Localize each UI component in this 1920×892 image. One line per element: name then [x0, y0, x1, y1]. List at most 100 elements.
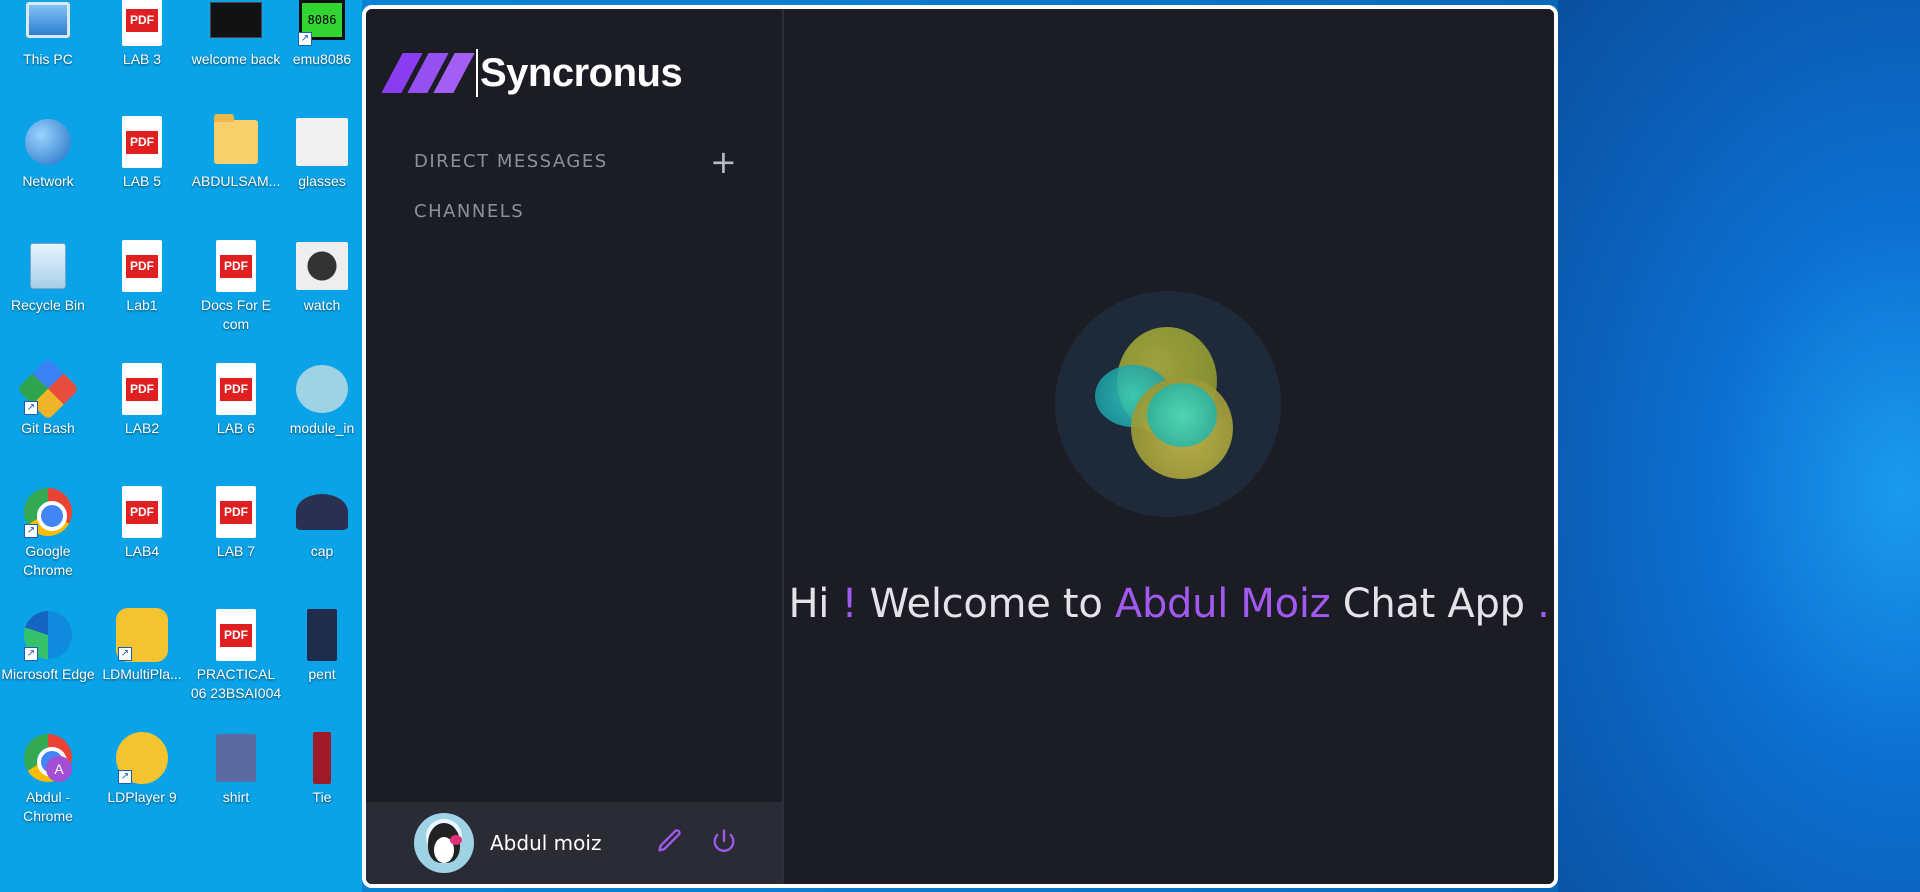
desktop-icon-cap[interactable]: cap: [282, 486, 362, 561]
desktop-icon-abdulsam-folder[interactable]: ABDULSAM...: [188, 114, 284, 191]
direct-messages-heading: DIRECT MESSAGES: [414, 151, 608, 172]
edit-pencil-icon[interactable]: [656, 827, 684, 855]
desktop-icon-label: LAB 5: [122, 173, 162, 189]
desktop-icon-label: LDPlayer 9: [107, 789, 177, 805]
pdf-icon: PDF: [122, 116, 162, 168]
pdf-icon: PDF: [216, 240, 256, 292]
desktop-icon-label: Abdul - Chrome: [23, 789, 73, 824]
desktop-icon-label: Recycle Bin: [11, 297, 85, 313]
desktop-icon-git-bash[interactable]: ↗ Git Bash: [0, 357, 96, 438]
welcome-text: Hi: [788, 581, 842, 627]
network-icon: [25, 119, 71, 165]
desktop-icon-glasses[interactable]: glasses: [282, 116, 362, 191]
desktop-icon-practical-06[interactable]: PDF PRACTICAL 06 23BSAI004: [188, 609, 284, 703]
desktop-icon-label: pent: [308, 666, 336, 682]
desktop-icon-abdul-chrome[interactable]: A Abdul - Chrome: [0, 732, 96, 826]
desktop-icon-google-chrome[interactable]: ↗ Google Chrome: [0, 486, 96, 580]
image-thumbnail-icon: [296, 118, 348, 166]
pdf-icon: PDF: [216, 363, 256, 415]
desktop-icon-label: LAB2: [124, 420, 160, 436]
desktop-icon-label: Microsoft Edge: [1, 666, 95, 682]
desktop-icon-label: glasses: [298, 173, 346, 189]
welcome-accent: !: [841, 581, 858, 627]
profile-actions: [656, 827, 738, 855]
shortcut-arrow-icon: ↗: [118, 770, 132, 784]
desktop-icon-label: LAB4: [124, 543, 160, 559]
desktop-icon-label: watch: [303, 297, 341, 313]
brand-logo-icon: [381, 53, 475, 93]
sidebar: Syncronus DIRECT MESSAGES + CHANNELS Abd…: [366, 9, 784, 884]
image-thumbnail-icon: [210, 2, 262, 38]
desktop-icon-label: LAB 6: [216, 420, 256, 436]
text-cursor: [476, 49, 478, 97]
desktop-icon-pent[interactable]: pent: [282, 609, 362, 684]
desktop-wallpaper: [1558, 0, 1920, 892]
add-direct-message-button[interactable]: +: [710, 146, 737, 178]
chat-app-window: Syncronus DIRECT MESSAGES + CHANNELS Abd…: [362, 5, 1558, 888]
desktop-icon-tie[interactable]: Tie: [282, 732, 362, 807]
desktop-icon-label: LAB 3: [122, 51, 162, 67]
desktop-icon-label: Lab1: [126, 297, 158, 313]
desktop-icon-docs-for-e-com[interactable]: PDF Docs For E com: [188, 240, 284, 334]
desktop-icon-label: PRACTICAL 06 23BSAI004: [190, 666, 282, 701]
shortcut-arrow-icon: ↗: [118, 647, 132, 661]
desktop-icon-lab-6[interactable]: PDF LAB 6: [188, 363, 284, 438]
desktop-icon-watch[interactable]: watch: [282, 240, 362, 315]
desktop-icon-label: Google Chrome: [23, 543, 73, 578]
desktop-icon-label: module_in: [289, 420, 355, 436]
folder-icon: [214, 114, 258, 164]
desktop-icon-label: LDMultiPla...: [102, 666, 182, 682]
desktop-icon-lab4[interactable]: PDF LAB4: [94, 486, 190, 561]
image-thumbnail-icon: [216, 734, 256, 782]
pdf-icon: PDF: [216, 609, 256, 661]
pdf-icon: PDF: [122, 240, 162, 292]
welcome-app-name: Abdul Moiz: [1114, 581, 1331, 627]
brand[interactable]: Syncronus: [381, 49, 683, 97]
power-logout-icon[interactable]: [710, 827, 738, 855]
desktop-icon-lab1[interactable]: PDF Lab1: [94, 240, 190, 315]
desktop-icon-recycle-bin[interactable]: Recycle Bin: [0, 240, 96, 315]
desktop-icon-welcome-back[interactable]: welcome back: [188, 0, 284, 69]
desktop-icon-lab2[interactable]: PDF LAB2: [94, 363, 190, 438]
desktop-icon-label: Git Bash: [21, 420, 75, 436]
desktop-icon-ldmultiplayer[interactable]: ↗ LDMultiPla...: [94, 608, 190, 684]
desktop-icon-label: ABDULSAM...: [191, 173, 281, 189]
welcome-message: Hi ! Welcome to Abdul Moiz Chat App .: [784, 581, 1554, 627]
desktop-icon-label: cap: [310, 543, 334, 559]
image-thumbnail-icon: [313, 732, 331, 784]
profile-badge: A: [46, 756, 72, 782]
desktop-icon-label: Docs For E com: [200, 297, 271, 332]
desktop-icon-this-pc[interactable]: This PC: [0, 0, 96, 69]
desktop-icon-network[interactable]: Network: [0, 116, 96, 191]
desktop-icon-lab-3[interactable]: PDF LAB 3: [94, 0, 190, 69]
desktop-icon-label: This PC: [23, 51, 73, 67]
desktop-icon-label: welcome back: [191, 51, 281, 67]
image-thumbnail-icon: [307, 609, 337, 661]
desktop-icon-ldplayer-9[interactable]: ↗ LDPlayer 9: [94, 732, 190, 807]
welcome-text: Chat App: [1330, 581, 1538, 627]
pdf-icon: PDF: [122, 0, 162, 46]
avatar[interactable]: [414, 813, 474, 873]
image-thumbnail-icon: [296, 494, 348, 530]
desktop-icon-label: emu8086: [292, 51, 352, 67]
shortcut-arrow-icon: ↗: [24, 524, 38, 538]
desktop-icon-label: shirt: [222, 789, 250, 805]
desktop-icon-lab-7[interactable]: PDF LAB 7: [188, 486, 284, 561]
desktop-icon-shirt[interactable]: shirt: [188, 732, 284, 807]
shortcut-arrow-icon: ↗: [24, 401, 38, 415]
image-thumbnail-icon: [296, 365, 348, 413]
desktop-icon-module-in[interactable]: module_in: [282, 363, 362, 438]
desktop-icon-microsoft-edge[interactable]: ↗ Microsoft Edge: [0, 609, 96, 684]
desktop-icon-label: LAB 7: [216, 543, 256, 559]
desktop-icon-emu8086[interactable]: 8086 ↗ emu8086: [282, 0, 362, 69]
welcome-text: Welcome to: [857, 581, 1115, 627]
pdf-icon: PDF: [122, 363, 162, 415]
monitor-icon: [26, 2, 70, 38]
pdf-icon: PDF: [216, 486, 256, 538]
main-welcome-area: Hi ! Welcome to Abdul Moiz Chat App .: [784, 9, 1554, 884]
channels-heading: CHANNELS: [414, 201, 525, 222]
shortcut-arrow-icon: ↗: [298, 32, 312, 46]
pdf-icon: PDF: [122, 486, 162, 538]
desktop-icon-lab-5[interactable]: PDF LAB 5: [94, 116, 190, 191]
recycle-bin-icon: [30, 243, 66, 289]
